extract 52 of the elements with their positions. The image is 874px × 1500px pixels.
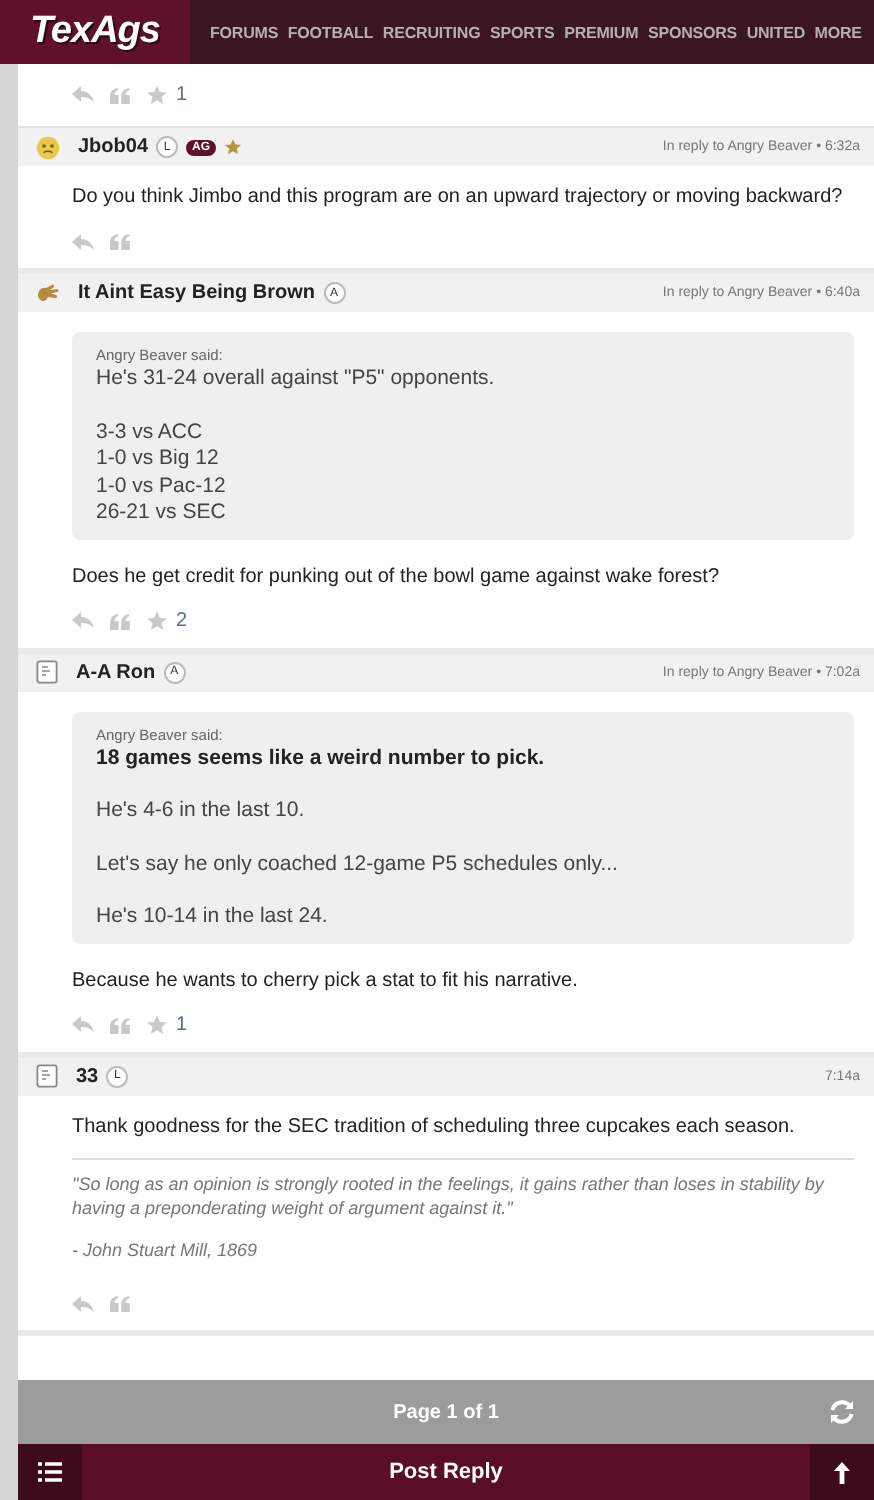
reply-icon[interactable] [72,1295,94,1313]
signature-text: "So long as an opinion is strongly rooted in the feelings, it gains rather than loses in stability by having a preponderating weight of argument against it." [72,1171,827,1221]
page-indicator: Page 1 of 1 [393,1401,499,1423]
document-avatar-icon [36,1064,58,1088]
nav-link[interactable]: SPORTS [490,23,555,41]
post-text: Does he get credit for punking out of the bowl game against wake forest? [72,563,722,591]
post-text: Because he wants to cherry pick a stat to fit his narrative. [72,967,580,995]
quote-text: 18 games seems like a weird number to pick. [96,745,547,772]
smiley-avatar-icon [36,135,60,159]
scroll-top-button[interactable] [810,1444,874,1500]
quote-text: He's 10-14 in the last 24. [96,904,330,931]
quote-text: Let's say he only coached 12-game P5 schedules only... [96,851,620,878]
reply-icon[interactable] [72,86,94,104]
quote-icon[interactable] [110,1296,130,1312]
nav-link[interactable]: MORE [814,23,862,41]
reply-icon[interactable] [72,1016,94,1034]
author-name[interactable]: Jbob04 [78,136,149,158]
site-logo[interactable]: TexAgs [30,10,160,54]
star-icon[interactable] [146,610,168,632]
post-text: Thank goodness for the SEC tradition of scheduling three cupcakes each season. [72,1113,797,1141]
like-count: 2 [176,610,188,632]
quote-icon[interactable] [110,234,130,250]
quote-text: He's 4-6 in the last 10. [96,798,307,825]
reply-icon[interactable] [72,233,94,251]
nav-link[interactable]: SPONSORS [647,23,738,41]
nav-link[interactable]: FOOTBALL [287,23,374,41]
author-name[interactable]: It Aint Easy Being Brown [78,282,316,304]
menu-icon [38,1462,62,1482]
hand-avatar-icon [36,281,60,305]
like-count: 1 [176,1014,188,1036]
author-name[interactable]: A-A Ron [76,661,156,683]
menu-button[interactable] [18,1444,82,1500]
quote-icon[interactable] [110,613,130,629]
star-icon [224,138,243,156]
nav-link[interactable]: UNITED [746,23,805,41]
nav-link[interactable]: FORUMS [210,23,279,41]
refresh-icon[interactable] [828,1398,856,1426]
up-arrow-icon [834,1461,850,1483]
star-icon[interactable] [146,1014,168,1036]
signature-text: - John Stuart Mill, 1869 [72,1237,260,1262]
quote-icon[interactable] [110,87,130,103]
nav-link[interactable]: RECRUITING [382,23,481,41]
reply-icon[interactable] [72,612,94,630]
post-text: Do you think Jimbo and this program are on an upward trajectory or moving backward? [72,184,845,212]
nav-link[interactable]: PREMIUM [564,23,639,41]
document-avatar-icon [36,660,58,684]
quote-text: 3-3 vs ACC 1-0 vs Big 12 1-0 vs Pac-12 26-21 vs SEC [96,419,228,527]
quote-icon[interactable] [110,1017,130,1033]
quote-text: He's 31-24 overall against "P5" opponents. [96,366,497,393]
author-name[interactable]: 33 [76,1065,99,1087]
star-icon[interactable] [146,84,168,106]
like-count: 1 [176,84,188,106]
